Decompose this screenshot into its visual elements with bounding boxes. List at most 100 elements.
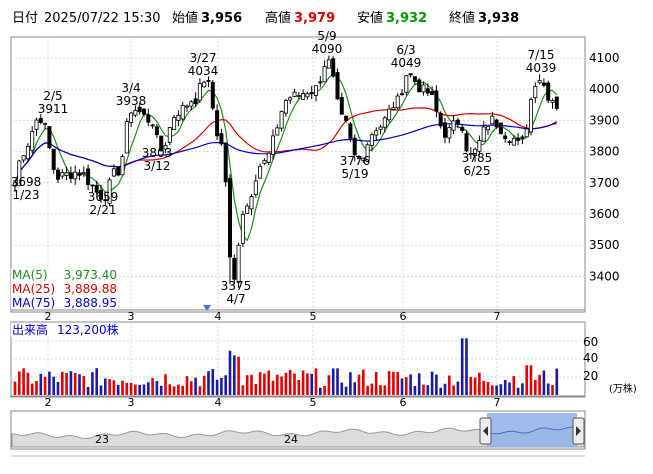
candle-body xyxy=(546,82,551,101)
volume-bar xyxy=(456,381,460,395)
close-label: 終値 xyxy=(449,10,475,26)
volume-bar xyxy=(516,387,520,395)
open-label: 始値 xyxy=(172,10,198,26)
volume-axis: 60 40 20 (万株) xyxy=(583,335,637,395)
navigator-selected-range[interactable] xyxy=(487,413,577,447)
candle-body xyxy=(51,148,56,171)
navigator-left-handle[interactable] xyxy=(479,417,492,445)
candle-body xyxy=(412,76,417,83)
candle-body xyxy=(331,58,336,77)
volume-bar xyxy=(91,372,94,395)
candle-body xyxy=(352,137,357,156)
navigator-right-handle[interactable] xyxy=(572,417,585,445)
volume-bar xyxy=(443,383,447,395)
volume-bar xyxy=(65,372,68,395)
volume-bar xyxy=(190,381,193,395)
volume-bar xyxy=(155,381,159,395)
volume-bar xyxy=(233,355,236,395)
candle-body xyxy=(464,133,469,152)
volume-bar xyxy=(108,379,111,395)
price-axis: 4100 4000 3900 3800 3700 3600 3500 3400 xyxy=(589,51,620,283)
candle-body xyxy=(533,85,538,98)
candle-body xyxy=(494,119,499,128)
volume-bar xyxy=(147,382,150,395)
candle-body xyxy=(258,165,263,179)
candle-body xyxy=(197,83,202,101)
month-tick-label: 2 xyxy=(45,310,52,323)
volume-bar xyxy=(198,386,202,395)
legend-ma25-value: 3,889.88 xyxy=(64,282,117,296)
annotation-price: 3659 xyxy=(88,190,119,204)
volume-bar xyxy=(73,373,77,395)
chart-svg: 日付 2025/07/22 15:30 始値 3,956 高値 3,979 安値… xyxy=(10,10,637,457)
volume-bar xyxy=(430,371,434,395)
candle-body xyxy=(227,177,232,258)
candle-body xyxy=(378,126,383,130)
volume-bar xyxy=(263,373,266,395)
volume-bar xyxy=(271,380,275,395)
volume-bar xyxy=(172,386,176,395)
candle-body xyxy=(326,59,331,69)
candle-body xyxy=(193,98,198,105)
volume-bar xyxy=(460,338,464,395)
volume-bar xyxy=(30,383,34,395)
candle-body xyxy=(490,115,495,125)
candle-body xyxy=(516,137,521,141)
price-tick-label: 3400 xyxy=(589,269,620,283)
annotation-date: 4090 xyxy=(312,42,343,56)
candle-body xyxy=(253,180,258,195)
annotation-date: 3911 xyxy=(38,102,69,116)
volume-bar xyxy=(43,376,47,395)
high-value: 3,979 xyxy=(294,11,335,26)
month-tick-label: 7 xyxy=(494,396,501,409)
volume-bar xyxy=(310,373,313,395)
volume-bar xyxy=(331,368,335,395)
candle-body xyxy=(86,168,91,185)
volume-bar xyxy=(349,372,352,395)
navigator-year-label-24: 24 xyxy=(284,433,298,446)
volume-bar xyxy=(301,370,305,395)
volume-bar xyxy=(151,378,154,395)
volume-bar xyxy=(280,376,283,395)
annotation-price: 3/27 xyxy=(190,51,217,65)
candle-body xyxy=(116,167,121,176)
stock-chart-widget: 日付 2025/07/22 15:30 始値 3,956 高値 3,979 安値… xyxy=(0,0,653,470)
price-tick-label: 3500 xyxy=(589,238,620,252)
volume-tick-20: 20 xyxy=(583,369,598,383)
volume-bar xyxy=(435,374,438,395)
candle-body xyxy=(47,126,52,149)
candle-body xyxy=(210,81,215,109)
candle-body xyxy=(344,115,349,121)
navigator-year-label-23: 23 xyxy=(95,433,109,446)
candle-body xyxy=(56,169,61,180)
annotation-date: 1/23 xyxy=(13,188,40,202)
volume-bar xyxy=(357,374,361,395)
volume-bar xyxy=(185,376,189,395)
candle-body xyxy=(232,257,237,280)
candle-body xyxy=(451,120,456,131)
volume-bar xyxy=(207,371,210,395)
volume-bar xyxy=(362,369,365,395)
volume-header: 出来高 123,200株 xyxy=(11,322,119,337)
candle-body xyxy=(202,81,207,88)
month-tick-label: 5 xyxy=(310,396,317,409)
candle-body xyxy=(223,142,228,183)
candle-body xyxy=(335,72,340,100)
volume-bar xyxy=(181,385,184,395)
candle-body xyxy=(313,85,318,96)
candle-body xyxy=(481,126,486,142)
candle-body xyxy=(180,105,185,120)
legend-ma5-value: 3,973.40 xyxy=(64,268,117,282)
candle-body xyxy=(447,127,452,139)
volume-tick-60: 60 xyxy=(583,335,598,349)
volume-bar xyxy=(327,375,331,395)
volume-bar xyxy=(202,375,206,395)
volume-bar xyxy=(422,384,425,395)
candle-body xyxy=(150,124,155,127)
volume-bar xyxy=(383,385,387,395)
annotation-date: 4034 xyxy=(188,64,219,78)
candle-body xyxy=(288,97,293,101)
candle-body xyxy=(129,112,134,123)
volume-bar xyxy=(439,387,442,395)
month-tick-label: 6 xyxy=(400,310,407,323)
